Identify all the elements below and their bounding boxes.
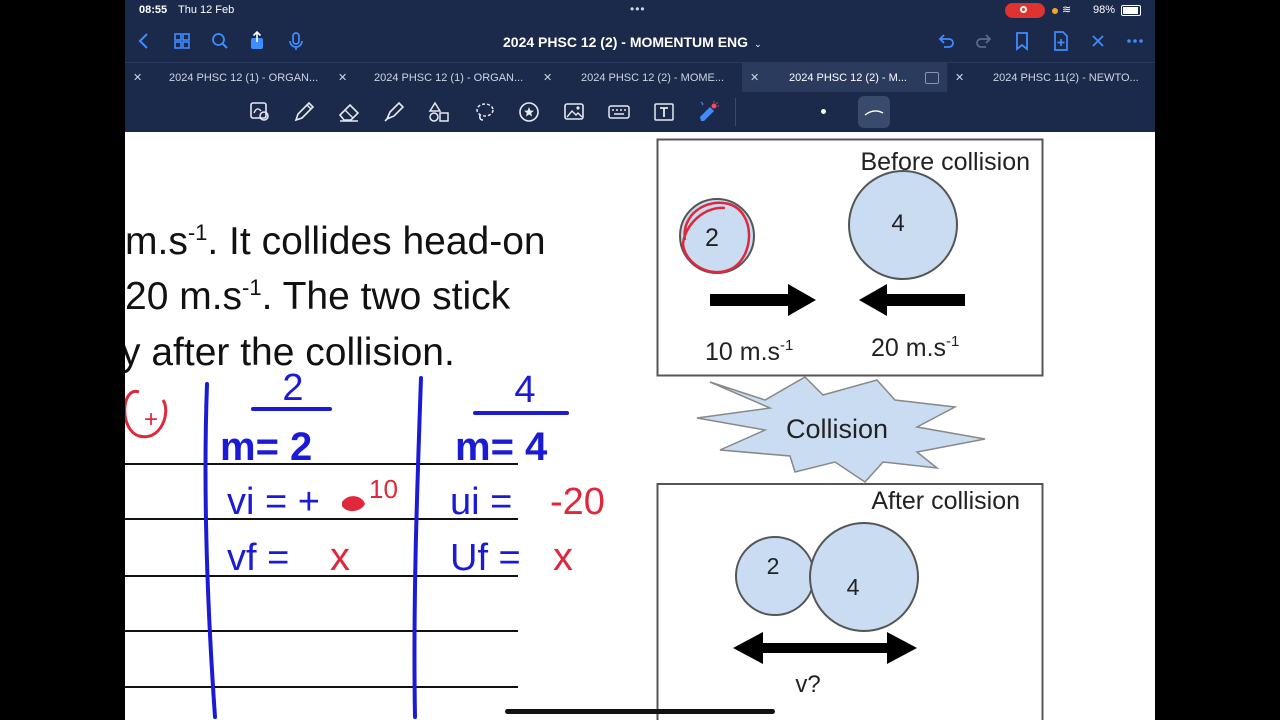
- question-text: . It collides head-on: [207, 220, 546, 263]
- nav-bar: 2024 PHSC 12 (2) - MOMENTUM ENG ⌄: [125, 22, 1155, 62]
- initial-velocity-1-note: vi = +: [227, 481, 320, 523]
- text-icon[interactable]: [652, 100, 676, 124]
- document-title[interactable]: 2024 PHSC 12 (2) - MOMENTUM ENG ⌄: [503, 34, 762, 50]
- app-screen: 08:55 Thu 12 Feb ••• ≋ 98% 2024 PHSC 12 …: [125, 0, 1155, 720]
- image-icon[interactable]: [562, 100, 586, 124]
- initial-velocity-2-note: ui =: [450, 481, 512, 523]
- unit-exponent: -1: [187, 220, 208, 245]
- shape-recognition-icon[interactable]: [248, 100, 272, 124]
- ball-large-after-label: 4: [847, 574, 860, 600]
- search-icon[interactable]: [209, 30, 231, 52]
- unit-exponent: -1: [242, 275, 262, 300]
- ball-large-after: [809, 522, 919, 632]
- initial-velocity-2-value: -20: [550, 481, 605, 523]
- pen-thickness-dot-icon[interactable]: [821, 109, 826, 114]
- before-collision-label: Before collision: [860, 148, 1030, 176]
- add-page-icon[interactable]: [1050, 30, 1072, 52]
- status-bar: 08:55 Thu 12 Feb ••• ≋ 98%: [125, 0, 1155, 22]
- close-tab-icon[interactable]: ✕: [338, 63, 347, 93]
- red-bullet-mark: +: [144, 406, 158, 433]
- screen-recording-icon[interactable]: [1005, 3, 1045, 18]
- home-indicator[interactable]: [505, 709, 775, 714]
- question-line-3: y after the collision.: [125, 331, 455, 374]
- after-collision-label: After collision: [871, 487, 1020, 515]
- column-2-heading: 4: [514, 372, 535, 411]
- stroke-style-icon[interactable]: [858, 96, 890, 128]
- final-velocity-2-note: Uf =: [450, 537, 521, 579]
- status-date: Thu 12 Feb: [178, 4, 235, 16]
- tab-5[interactable]: ✕ 2024 PHSC 11(2) - NEWTO...: [955, 63, 1155, 93]
- drawing-toolbar: [125, 92, 1155, 132]
- close-document-icon[interactable]: [1087, 30, 1109, 52]
- microphone-icon[interactable]: [285, 30, 307, 52]
- initial-velocity-1-value: 10: [369, 474, 398, 504]
- tab-label: 2024 PHSC 12 (1) - ORGAN...: [374, 72, 524, 84]
- battery-icon: [1121, 5, 1141, 16]
- final-velocity-label: v?: [795, 671, 820, 698]
- multitasking-dots-icon[interactable]: •••: [630, 2, 646, 16]
- undo-icon[interactable]: [935, 30, 957, 52]
- unknown-2-value: x: [553, 535, 573, 579]
- close-tab-icon[interactable]: ✕: [750, 63, 759, 93]
- status-time: 08:55: [139, 4, 168, 16]
- question-line-1: m.s-1. It collides head-on: [125, 220, 546, 264]
- close-tab-icon[interactable]: ✕: [955, 63, 964, 93]
- toolbar-divider: [735, 98, 736, 126]
- wifi-icon: ≋: [1062, 4, 1072, 16]
- tab-2[interactable]: ✕ 2024 PHSC 12 (1) - ORGAN...: [338, 63, 538, 93]
- mass-2-note: m= 4: [455, 425, 548, 469]
- battery-percent: 98%: [1093, 4, 1116, 16]
- handwritten-table: + 2 4 m= 2 m= 4 vi = + 10 ui = -20 vf = …: [125, 367, 645, 720]
- crossed-out-mark: [342, 496, 365, 512]
- bookmark-icon[interactable]: [1011, 30, 1033, 52]
- tab-4-active[interactable]: ✕ 2024 PHSC 12 (2) - M...: [742, 63, 947, 93]
- ball-small-label: 2: [705, 224, 719, 252]
- mic-indicator-icon: [1052, 8, 1058, 14]
- question-text: . The two stick: [261, 275, 511, 318]
- ball-large-label: 4: [891, 210, 904, 237]
- tab-bar: ✕ 2024 PHSC 12 (1) - ORGAN... ✕ 2024 PHS…: [125, 62, 1155, 93]
- collision-diagram: Before collision 2 4 10 m.s-1 20 m.s-1 C…: [655, 132, 1045, 720]
- ball-small-after-label: 2: [767, 553, 780, 579]
- tab-label: 2024 PHSC 12 (2) - MOME...: [581, 72, 725, 84]
- more-options-icon[interactable]: [1124, 30, 1146, 52]
- question-line-2: 20 m.s-1. The two stick: [125, 275, 510, 319]
- document-title-text: 2024 PHSC 12 (2) - MOMENTUM ENG: [503, 34, 749, 50]
- keyboard-icon[interactable]: [607, 100, 631, 124]
- final-velocity-1-note: vf =: [227, 537, 289, 579]
- unknown-1-value: x: [330, 535, 350, 579]
- share-icon[interactable]: [246, 30, 268, 52]
- back-icon[interactable]: [133, 30, 155, 52]
- tab-label: 2024 PHSC 11(2) - NEWTO...: [993, 72, 1139, 84]
- eraser-icon[interactable]: [337, 100, 361, 124]
- tab-3[interactable]: ✕ 2024 PHSC 12 (2) - MOME...: [543, 63, 743, 93]
- close-tab-icon[interactable]: ✕: [543, 63, 552, 93]
- mass-1-note: m= 2: [220, 425, 312, 469]
- chevron-down-icon: ⌄: [754, 39, 762, 49]
- pen-icon[interactable]: [292, 100, 316, 124]
- question-text: 20 m.s: [125, 275, 243, 318]
- tab-label: 2024 PHSC 12 (2) - M...: [789, 72, 907, 84]
- sticker-icon[interactable]: [517, 100, 541, 124]
- column-1-heading: 2: [282, 372, 303, 409]
- close-tab-icon[interactable]: ✕: [133, 63, 142, 93]
- document-page[interactable]: m.s-1. It collides head-on 20 m.s-1. The…: [125, 132, 1155, 720]
- tab-label: 2024 PHSC 12 (1) - ORGAN...: [169, 72, 319, 84]
- split-view-icon[interactable]: [925, 72, 939, 84]
- question-text: m.s: [125, 220, 188, 263]
- thumbnails-grid-icon[interactable]: [171, 30, 193, 52]
- shapes-icon[interactable]: [427, 100, 451, 124]
- tab-1[interactable]: ✕ 2024 PHSC 12 (1) - ORGAN...: [133, 63, 333, 93]
- highlighter-icon[interactable]: [382, 100, 406, 124]
- lasso-icon[interactable]: [473, 100, 497, 124]
- laser-pointer-icon[interactable]: [696, 100, 720, 124]
- collision-label: Collision: [786, 414, 888, 444]
- redo-icon[interactable]: [973, 30, 995, 52]
